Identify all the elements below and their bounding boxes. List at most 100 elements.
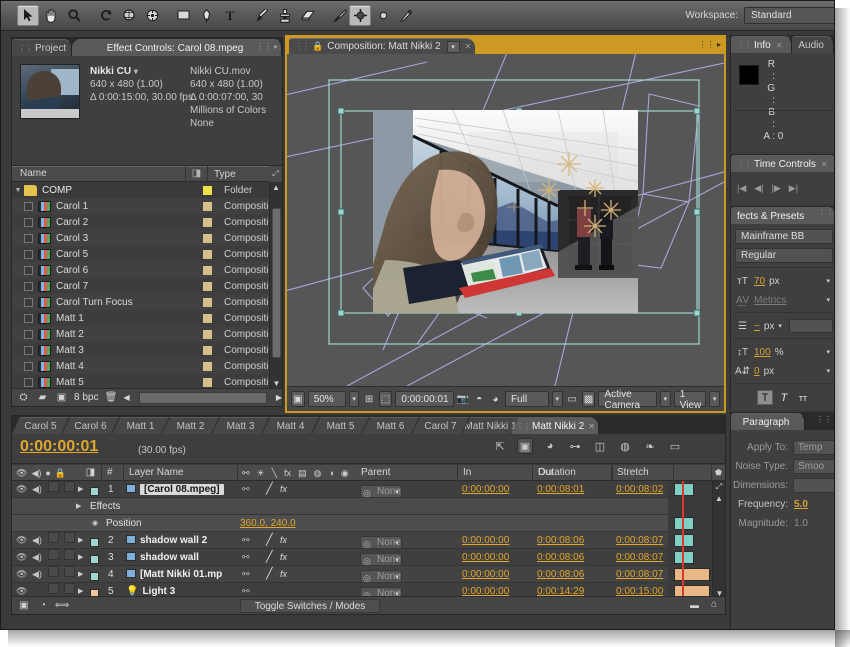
- shy-switch[interactable]: ⚯: [242, 481, 250, 498]
- in-point[interactable]: 0:00:00:00: [462, 481, 509, 498]
- pen-tool[interactable]: [196, 5, 218, 26]
- project-item-row[interactable]: Carol 7Compositio: [12, 278, 282, 294]
- layer-name-cell[interactable]: [Carol 08.mpeg]: [126, 481, 224, 498]
- label-color[interactable]: [196, 202, 218, 211]
- tab-audio[interactable]: Audio: [792, 36, 834, 53]
- shy-icon[interactable]: ⚯: [242, 468, 250, 479]
- tab-effect-controls[interactable]: Effect Controls: Carol 08.mpeg: [72, 39, 282, 56]
- project-item-row[interactable]: Matt 2Compositio: [12, 326, 282, 342]
- timeline-tab[interactable]: Carol 5: [12, 417, 69, 434]
- item-checkbox[interactable]: [24, 234, 33, 243]
- region-of-interest-icon[interactable]: ⬚: [379, 391, 393, 407]
- shy-switch[interactable]: ⚯: [242, 532, 250, 549]
- lock-toggle[interactable]: [64, 566, 76, 583]
- layer-name-cell[interactable]: shadow wall 2: [126, 532, 207, 549]
- panel-menu-icon[interactable]: ⋮⋮ ▸: [699, 40, 721, 49]
- toggle-switches-modes-button[interactable]: Toggle Switches / Modes: [240, 599, 380, 613]
- row-value[interactable]: 1.0: [793, 518, 808, 529]
- timeline-layer-row[interactable]: 👁◀)▶1[Carol 08.mpeg]⚯╱fx◎None▾0:00:00:00…: [12, 481, 712, 498]
- clone-stamp-tool[interactable]: [274, 5, 296, 26]
- faux-bold-button[interactable]: T: [757, 390, 773, 405]
- item-checkbox[interactable]: [24, 330, 33, 339]
- out-point[interactable]: 0:00:08:06: [537, 532, 584, 549]
- timeline-layer-row[interactable]: 👁◀)▶4[Matt Nikki 01.mp⚯╱fx◎None▾0:00:00:…: [12, 566, 712, 583]
- timeline-ruler-area[interactable]: [674, 465, 712, 481]
- solo-toggle[interactable]: [48, 532, 60, 549]
- row-field[interactable]: Temp: [793, 440, 835, 455]
- timeline-tab[interactable]: ⋮⋮Matt Nikki 2✕: [512, 417, 598, 434]
- solo-toggle[interactable]: [48, 549, 60, 566]
- layer-twirl-icon[interactable]: ▶: [78, 532, 83, 549]
- scroll-left-icon[interactable]: ◀: [123, 393, 129, 402]
- item-checkbox[interactable]: [24, 218, 33, 227]
- twirl-icon[interactable]: ▼: [12, 187, 24, 194]
- resolution-dropdown-icon[interactable]: ▾: [552, 391, 563, 407]
- leading-value[interactable]: −: [754, 321, 760, 332]
- faux-italic-button[interactable]: T: [776, 390, 792, 405]
- audio-icon[interactable]: ◀): [31, 468, 41, 479]
- channel-rgb-icon[interactable]: ◕: [489, 391, 502, 407]
- anchor-point-icon[interactable]: [372, 5, 394, 26]
- project-item-row[interactable]: Carol Turn FocusCompositio: [12, 294, 282, 310]
- project-item-list[interactable]: ▼COMPFolderCarol 1CompositioCarol 2Compo…: [12, 182, 282, 390]
- layer-bar[interactable]: [674, 551, 694, 564]
- project-item-row[interactable]: Carol 5Compositio: [12, 246, 282, 262]
- lock-toggle[interactable]: [64, 481, 76, 498]
- row-field[interactable]: Smoo: [793, 459, 835, 474]
- timeline-graph-area[interactable]: [668, 481, 712, 600]
- chevron-down-icon[interactable]: ▾: [447, 41, 460, 53]
- quality-switch[interactable]: ╱: [266, 566, 273, 583]
- motion-blur-switch-icon[interactable]: ◍: [314, 468, 322, 479]
- live-update-icon[interactable]: ▭: [667, 438, 683, 454]
- current-time-indicator[interactable]: [682, 481, 684, 600]
- lock-icon[interactable]: 🔒: [55, 468, 66, 479]
- new-folder-icon[interactable]: ▰: [36, 391, 49, 404]
- interpret-footage-icon[interactable]: ⛭: [17, 391, 30, 404]
- effects-switch[interactable]: fx: [280, 549, 287, 566]
- quality-switch[interactable]: ╱: [266, 549, 273, 566]
- selection-tool[interactable]: [17, 5, 39, 26]
- tab-composition[interactable]: ⋮⋮ 🔒 Composition: Matt Nikki 2 ▾ ✕: [289, 38, 475, 54]
- brainstorm-icon[interactable]: ◍: [617, 438, 633, 454]
- label-color-header[interactable]: ◨: [80, 465, 102, 481]
- brush-tool[interactable]: [251, 5, 273, 26]
- layer-name-cell[interactable]: shadow wall: [126, 549, 199, 566]
- scroll-thumb[interactable]: [272, 208, 281, 358]
- new-composition-icon[interactable]: ▣: [55, 391, 68, 404]
- workspace-selector[interactable]: Standard: [744, 7, 835, 24]
- video-visibility-icon[interactable]: 👁: [16, 468, 27, 479]
- timeline-tab[interactable]: Matt 4: [262, 417, 319, 434]
- column-header-parent[interactable]: Parent: [356, 465, 458, 481]
- duration[interactable]: 0:00:08:07: [616, 532, 663, 549]
- row-value[interactable]: 5.0: [793, 499, 808, 510]
- draft-3d-icon[interactable]: ▣: [517, 438, 533, 454]
- quality-switch[interactable]: ╱: [266, 532, 273, 549]
- zoom-in-timeline-icon[interactable]: ⌂: [711, 599, 717, 610]
- item-checkbox[interactable]: [24, 298, 33, 307]
- expand-columns-icon[interactable]: ⟺: [55, 599, 69, 613]
- label-color[interactable]: [196, 298, 218, 307]
- last-frame-icon[interactable]: ▶|: [789, 183, 798, 194]
- column-header-layer-name[interactable]: Layer Name: [124, 465, 238, 481]
- video-visibility-toggle[interactable]: 👁: [16, 481, 27, 498]
- hand-tool[interactable]: [40, 5, 62, 26]
- effects-icon[interactable]: fx: [284, 468, 291, 478]
- project-item-row[interactable]: Carol 2Compositio: [12, 214, 282, 230]
- twirl-icon[interactable]: ◉: [92, 515, 98, 532]
- baseline-shift-value[interactable]: 0: [754, 366, 760, 377]
- composition-viewer[interactable]: [287, 54, 724, 386]
- effects-switch[interactable]: fx: [280, 566, 287, 583]
- twirl-icon[interactable]: ▶: [76, 498, 81, 515]
- duration[interactable]: 0:00:08:02: [616, 481, 663, 498]
- all-caps-button[interactable]: ᴛᴛ: [795, 390, 811, 405]
- timeline-layer-row[interactable]: 👁◀)▶2shadow wall 2⚯╱fx◎None▾0:00:00:000:…: [12, 532, 712, 549]
- play-icon[interactable]: |▶: [772, 183, 781, 194]
- close-icon[interactable]: ✕: [821, 160, 828, 169]
- timeline-tab[interactable]: Matt 1: [112, 417, 169, 434]
- label-color[interactable]: [196, 250, 218, 259]
- frame-blend-icon[interactable]: ▤: [298, 468, 307, 479]
- project-item-row[interactable]: Matt 4Compositio: [12, 358, 282, 374]
- timeline-layer-rows[interactable]: 👁◀)▶1[Carol 08.mpeg]⚯╱fx◎None▾0:00:00:00…: [12, 481, 712, 600]
- solo-toggle[interactable]: [48, 566, 60, 583]
- hide-shy-layers-icon[interactable]: ◕: [542, 438, 558, 454]
